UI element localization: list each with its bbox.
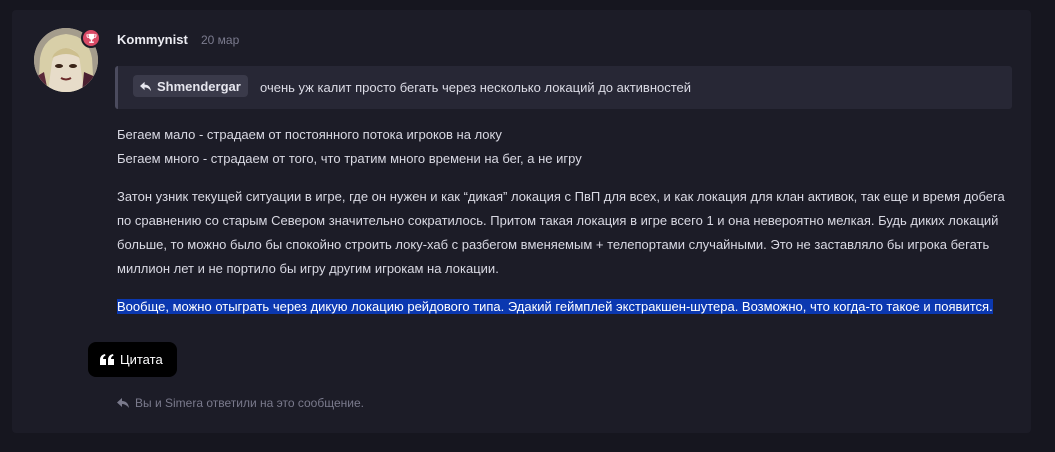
message-body: Бегаем мало - страдаем от постоянного по… [117,123,1012,333]
selected-text[interactable]: Вообще, можно отыграть через дикую локац… [117,299,993,314]
body-paragraph: Затон узник текущей ситуации в игре, где… [117,189,1005,276]
message-card: Kommynist 20 мар Shmendergar очень уж ка… [12,10,1031,433]
replies-info[interactable]: Вы и Simera ответили на это сообщение. [116,396,364,410]
quote-author-chip[interactable]: Shmendergar [133,75,248,97]
quote-marks-icon [100,354,114,365]
username[interactable]: Kommynist [117,32,188,47]
replies-text: Вы и Simera ответили на это сообщение. [135,396,364,410]
quote-selection-button[interactable]: Цитата [88,342,177,377]
quoted-message[interactable]: Shmendergar очень уж калит просто бегать… [115,66,1012,109]
reply-arrow-icon [140,81,151,91]
body-line: Бегаем много - страдаем от того, что тра… [117,151,582,166]
quote-text: очень уж калит просто бегать через неско… [260,80,692,95]
quote-author-name: Shmendergar [157,78,241,94]
quote-button-label: Цитата [120,352,163,367]
reply-arrow-icon [117,398,129,408]
body-line: Бегаем мало - страдаем от постоянного по… [117,127,502,142]
avatar-wrapper[interactable] [34,28,101,94]
post-date[interactable]: 20 мар [201,33,239,47]
trophy-icon[interactable] [81,28,101,48]
